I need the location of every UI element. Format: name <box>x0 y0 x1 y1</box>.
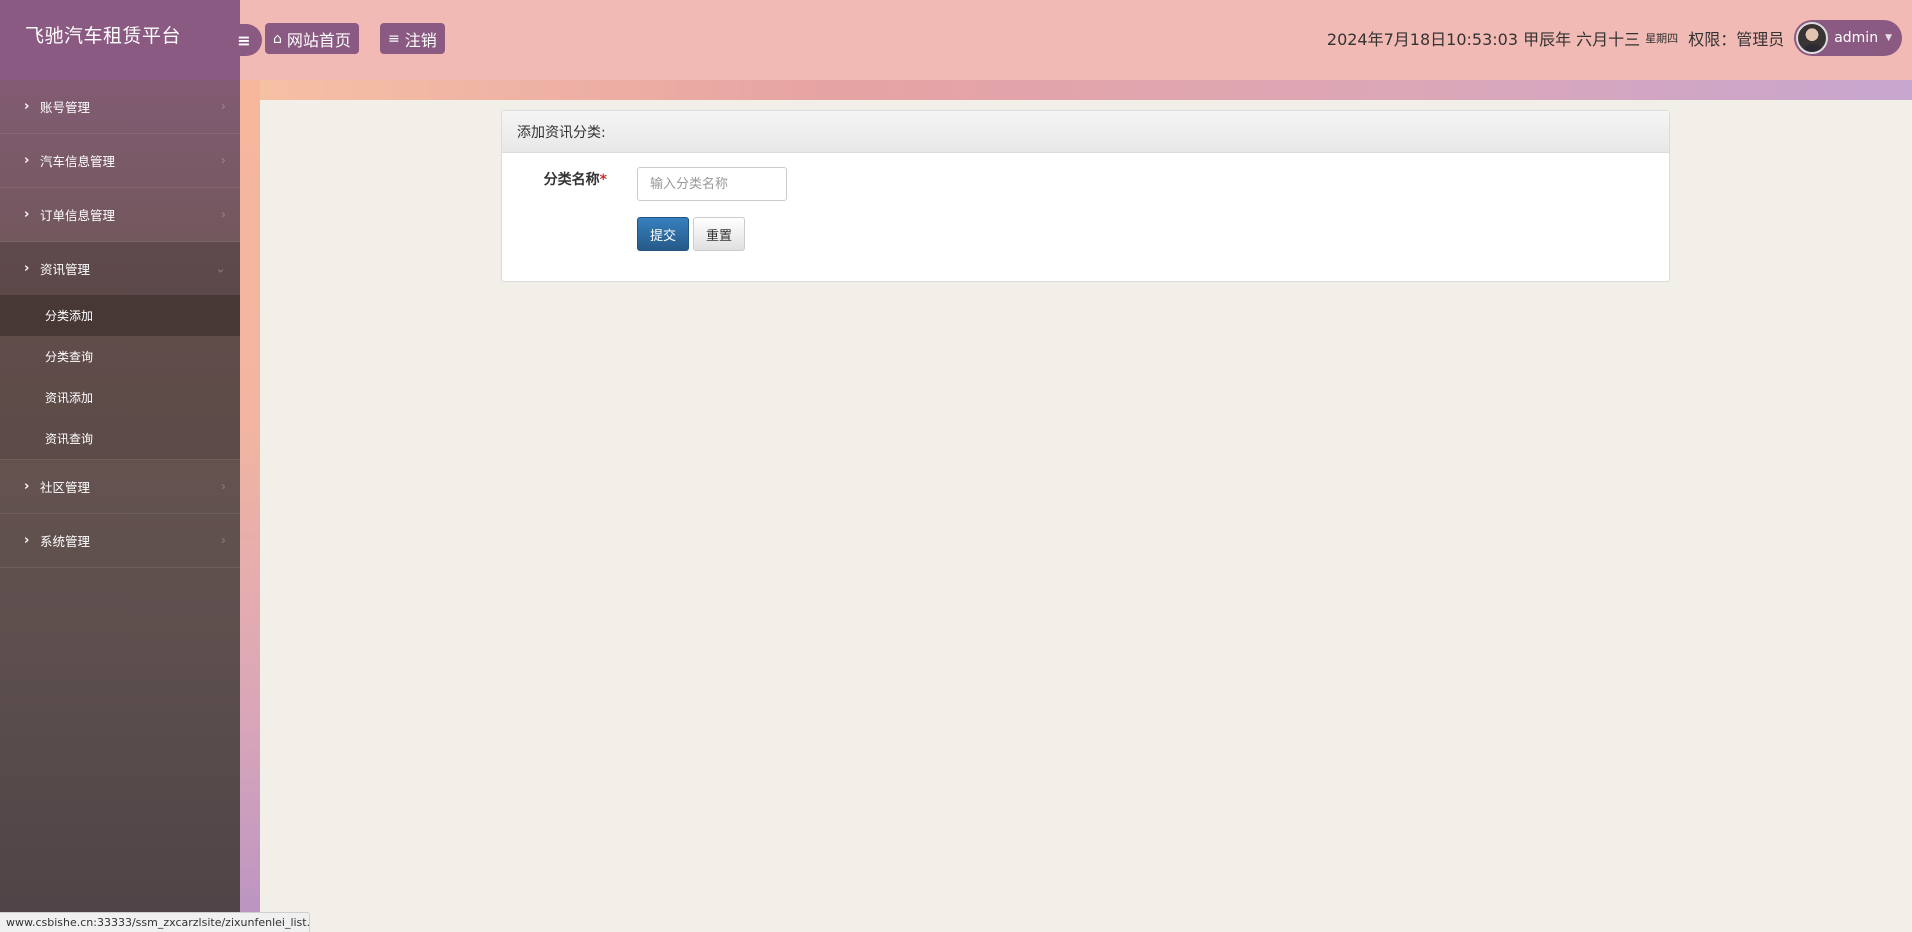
category-name-label-text: 分类名称 <box>543 172 600 188</box>
chevron-down-icon: ⌄ <box>215 261 226 276</box>
submit-button[interactable]: 提交 <box>637 217 690 251</box>
caret-down-icon: ▼ <box>1885 33 1892 43</box>
chevron-right-icon: › <box>24 533 30 548</box>
home-icon: ⌂ <box>273 30 282 47</box>
status-bar-url: www.csbishe.cn:33333/ssm_zxcarzlsite/zix… <box>0 912 310 932</box>
chevron-right-icon: › <box>24 153 30 168</box>
chevron-right-icon: › <box>220 207 226 222</box>
chevron-right-icon: › <box>24 207 30 222</box>
sidebar-group-label: 汽车信息管理 <box>40 154 116 169</box>
sidebar-group-head[interactable]: › 资讯管理 ⌄ <box>0 242 240 295</box>
sidebar-item-category-add[interactable]: 分类添加 <box>0 295 240 336</box>
weekday-text: 星期四 <box>1645 32 1679 45</box>
chevron-right-icon: › <box>220 153 226 168</box>
home-button[interactable]: ⌂ 网站首页 <box>265 23 359 54</box>
decorative-strip <box>240 80 260 932</box>
chevron-right-icon: › <box>24 479 30 494</box>
sidebar-toggle-button[interactable]: ≡ <box>226 24 262 56</box>
sidebar-group-label: 社区管理 <box>40 480 91 495</box>
bars-icon: ≡ <box>237 30 251 50</box>
category-name-input[interactable] <box>637 167 787 201</box>
decorative-band <box>240 80 1912 100</box>
logout-button-label: 注销 <box>404 30 437 50</box>
sidebar-group-label: 订单信息管理 <box>40 208 116 223</box>
username: admin <box>1834 30 1879 46</box>
chevron-right-icon: › <box>220 533 226 548</box>
category-name-label: 分类名称* <box>502 167 607 189</box>
panel-title: 添加资讯分类: <box>502 111 1669 153</box>
chevron-right-icon: › <box>24 261 30 276</box>
sidebar-group-head[interactable]: › 汽车信息管理 › <box>0 134 240 187</box>
reset-button[interactable]: 重置 <box>693 217 746 251</box>
datetime-text: 2024年7月18日10:53:03 甲辰年 六月十三 <box>1326 30 1641 49</box>
required-mark: * <box>599 172 607 188</box>
sidebar-item-news-add[interactable]: 资讯添加 <box>0 377 240 418</box>
sidebar-group-label: 资讯管理 <box>40 262 91 277</box>
category-form-panel: 添加资讯分类: 分类名称* 提交 重置 <box>501 110 1670 282</box>
sidebar-group-orders: › 订单信息管理 › <box>0 188 240 242</box>
sidebar-group-account: › 账号管理 › <box>0 80 240 134</box>
top-right-info: 2024年7月18日10:53:03 甲辰年 六月十三 星期四 权限：管理员 a… <box>1327 20 1902 56</box>
sidebar-group-head[interactable]: › 订单信息管理 › <box>0 188 240 241</box>
main-content: 添加资讯分类: 分类名称* 提交 重置 <box>260 100 1912 932</box>
sidebar-group-label: 系统管理 <box>40 534 91 549</box>
sidebar: 飞驰汽车租赁平台 › 账号管理 › › 汽车信息管理 › › 订单信息管理 › <box>0 0 240 932</box>
sidebar-group-label: 账号管理 <box>40 100 91 115</box>
sidebar-group-head[interactable]: › 系统管理 › <box>0 514 240 567</box>
logout-button[interactable]: ≡ 注销 <box>380 23 445 54</box>
chevron-right-icon: › <box>220 99 226 114</box>
sidebar-item-category-list[interactable]: 分类查询 <box>0 336 240 377</box>
sidebar-group-car-info: › 汽车信息管理 › <box>0 134 240 188</box>
chevron-right-icon: › <box>220 479 226 494</box>
sidebar-menu: › 账号管理 › › 汽车信息管理 › › 订单信息管理 › › 资讯管理 ⌄ <box>0 80 240 568</box>
chevron-right-icon: › <box>24 99 30 114</box>
top-bar: ≡ ⌂ 网站首页 ≡ 注销 2024年7月18日10:53:03 甲辰年 六月十… <box>226 0 1912 80</box>
sidebar-group-head[interactable]: › 账号管理 › <box>0 80 240 133</box>
bars-icon: ≡ <box>388 30 400 47</box>
sidebar-submenu: 分类添加 分类查询 资讯添加 资讯查询 <box>0 295 240 459</box>
avatar <box>1796 22 1829 54</box>
form-row-category-name: 分类名称* <box>502 167 1669 201</box>
sidebar-group-system: › 系统管理 › <box>0 514 240 568</box>
user-menu[interactable]: admin ▼ <box>1794 20 1902 56</box>
sidebar-group-community: › 社区管理 › <box>0 460 240 514</box>
form-actions: 提交 重置 <box>637 217 746 251</box>
home-button-label: 网站首页 <box>286 30 351 50</box>
sidebar-group-head[interactable]: › 社区管理 › <box>0 460 240 513</box>
sidebar-group-news: › 资讯管理 ⌄ 分类添加 分类查询 资讯添加 资讯查询 <box>0 242 240 460</box>
role-text: 权限：管理员 <box>1688 30 1785 49</box>
app-brand: 飞驰汽车租赁平台 <box>0 0 240 80</box>
sidebar-item-news-list[interactable]: 资讯查询 <box>0 418 240 459</box>
